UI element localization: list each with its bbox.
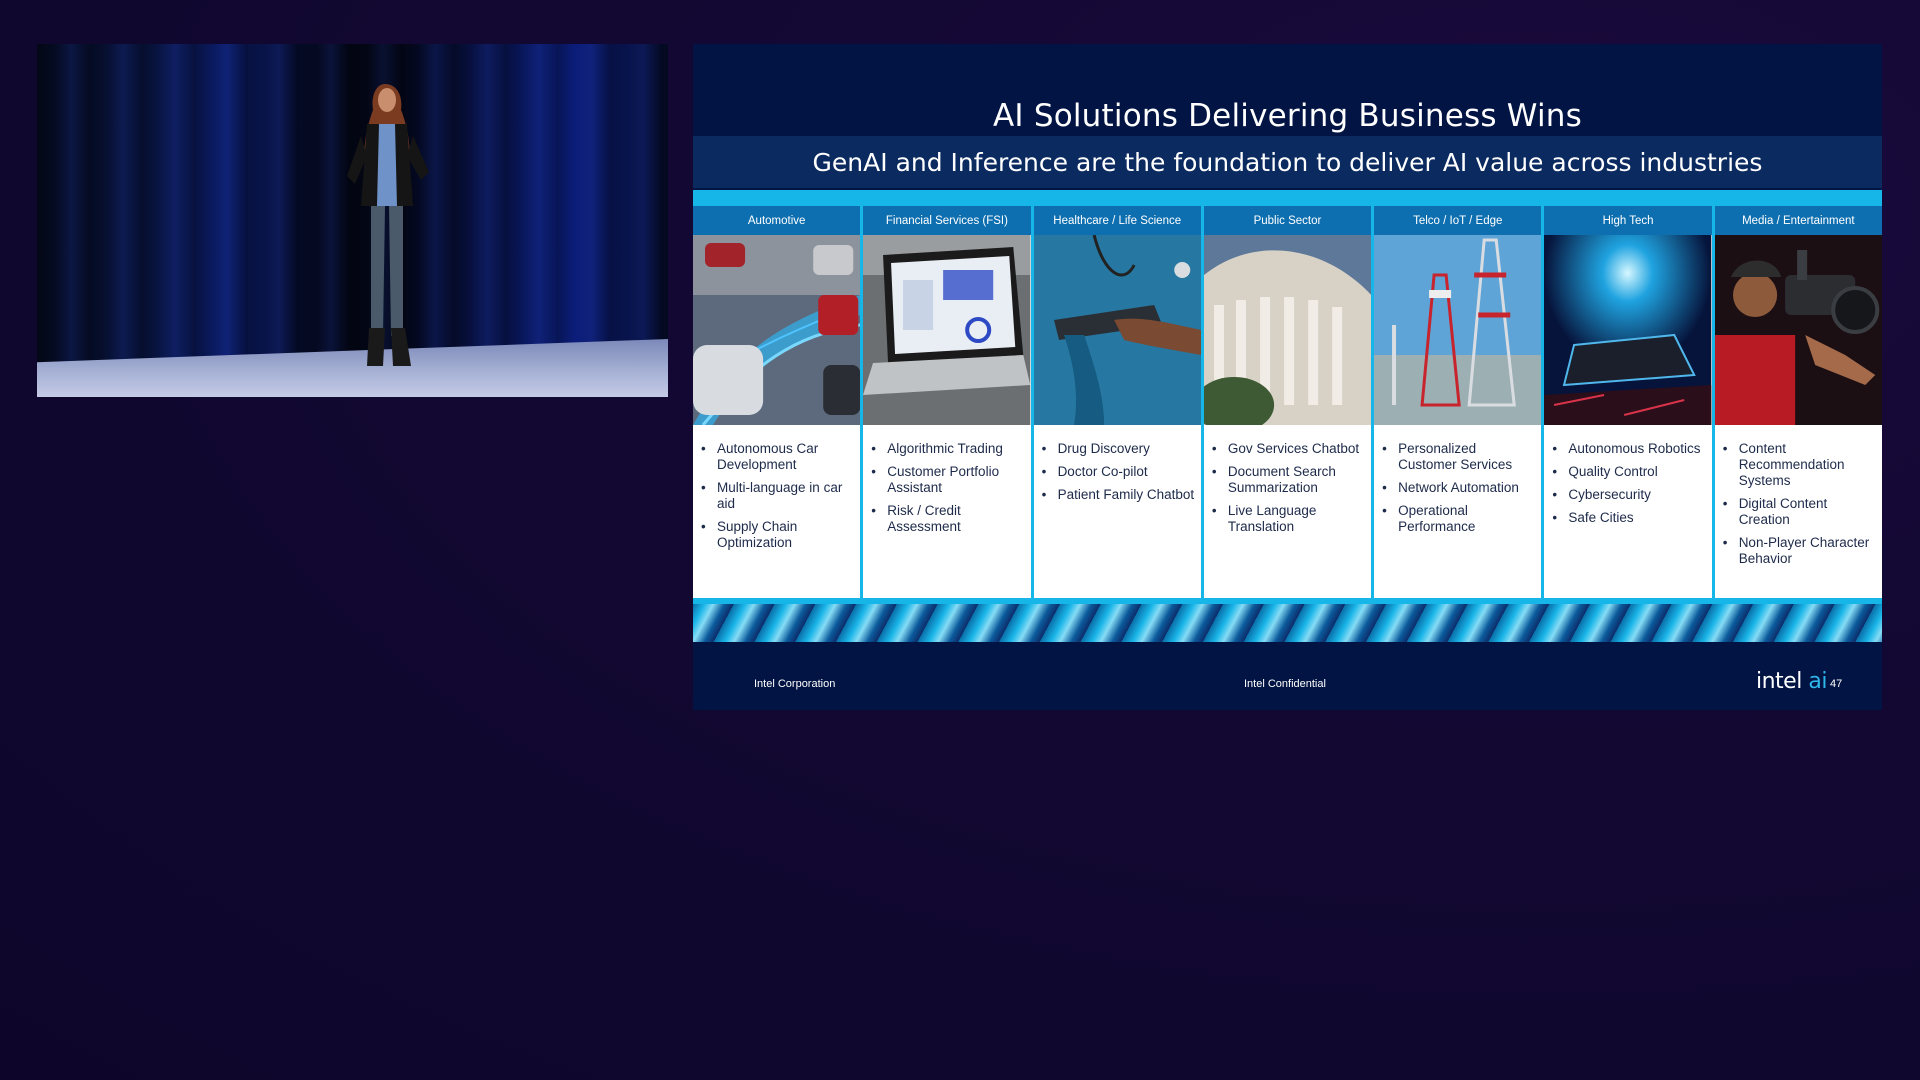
column-high-tech: High Tech • Autonomous Robotics • Qualit…: [1544, 206, 1712, 642]
footer-confidential: Intel Confidential: [1244, 678, 1326, 690]
accent-bar: [693, 190, 1882, 206]
list-item: Gov Services Chatbot: [1212, 441, 1365, 457]
list-item: Algorithmic Trading: [871, 441, 1024, 457]
page-number: 47: [1830, 678, 1843, 690]
list-item: Quality Control: [1552, 464, 1705, 480]
camera-operator-image: [1714, 235, 1882, 425]
list-item: Doctor Co-pilot: [1042, 464, 1195, 480]
column-header: Healthcare / Life Science: [1033, 206, 1201, 235]
automotive-image: [693, 235, 861, 425]
column-automotive: Automotive Autonomous Car Develo: [693, 206, 861, 642]
column-telco: Telco / IoT / Edge Personalized Customer…: [1374, 206, 1542, 642]
intel-ai-logo: intel ai: [1756, 669, 1827, 694]
column-media: Media / Entertainment Content Recommenda…: [1714, 206, 1882, 642]
presentation-slide: AI Solutions Delivering Business Wins Ge…: [693, 44, 1882, 710]
list-item: Document Search Summarization: [1212, 464, 1365, 496]
column-financial-services: Financial Services (FSI) Algorithmic Tra…: [863, 206, 1031, 642]
list-item: Drug Discovery: [1042, 441, 1195, 457]
doctor-tablet-image: [1033, 235, 1201, 425]
list-item: Autonomous Robotics: [1552, 441, 1705, 457]
list-item: Digital Content Creation: [1723, 496, 1876, 528]
column-public-sector: Public Sector Gov Services Chatbot: [1203, 206, 1372, 642]
government-building-image: [1203, 235, 1372, 425]
laptop-dashboard-image: [863, 235, 1031, 425]
slide-title: AI Solutions Delivering Business Wins: [993, 98, 1582, 134]
circuit-chip-image: [1544, 235, 1712, 425]
speaker-figure: [347, 84, 429, 366]
list-item: Non-Player Character Behavior: [1723, 535, 1876, 567]
cell-tower-image: [1374, 235, 1542, 425]
list-item: Content Recommendation Systems: [1723, 441, 1876, 489]
column-header: Media / Entertainment: [1714, 206, 1882, 235]
logo-intel-text: intel: [1756, 669, 1802, 694]
list-item: Operational Performance: [1382, 503, 1535, 535]
list-item: Patient Family Chatbot: [1042, 487, 1195, 503]
list-item: Safe Cities: [1552, 510, 1705, 526]
column-header: High Tech: [1544, 206, 1712, 235]
list-item: Multi-language in car aid: [701, 480, 854, 512]
footer-company: Intel Corporation: [754, 678, 836, 690]
column-healthcare: Healthcare / Life Science Drug Discovery…: [1033, 206, 1201, 642]
list-item: Live Language Translation: [1212, 503, 1365, 535]
logo-ai-text: ai: [1808, 669, 1827, 694]
speaker-video: [37, 44, 668, 397]
list-item: Autonomous Car Development: [701, 441, 854, 473]
slide-subtitle: GenAI and Inference are the foundation t…: [812, 148, 1763, 177]
column-header: Public Sector: [1203, 206, 1372, 235]
list-item: Network Automation: [1382, 480, 1535, 496]
decorative-wave-band: [693, 598, 1882, 642]
list-item: Risk / Credit Assessment: [871, 503, 1024, 535]
list-item: Customer Portfolio Assistant: [871, 464, 1024, 496]
column-header: Telco / IoT / Edge: [1374, 206, 1542, 235]
industry-columns: Automotive Autonomous Car Develo: [693, 206, 1882, 642]
list-item: Cybersecurity: [1552, 487, 1705, 503]
list-item: Personalized Customer Services: [1382, 441, 1535, 473]
column-header: Automotive: [693, 206, 861, 235]
list-item: Supply Chain Optimization: [701, 519, 854, 551]
column-header: Financial Services (FSI): [863, 206, 1031, 235]
